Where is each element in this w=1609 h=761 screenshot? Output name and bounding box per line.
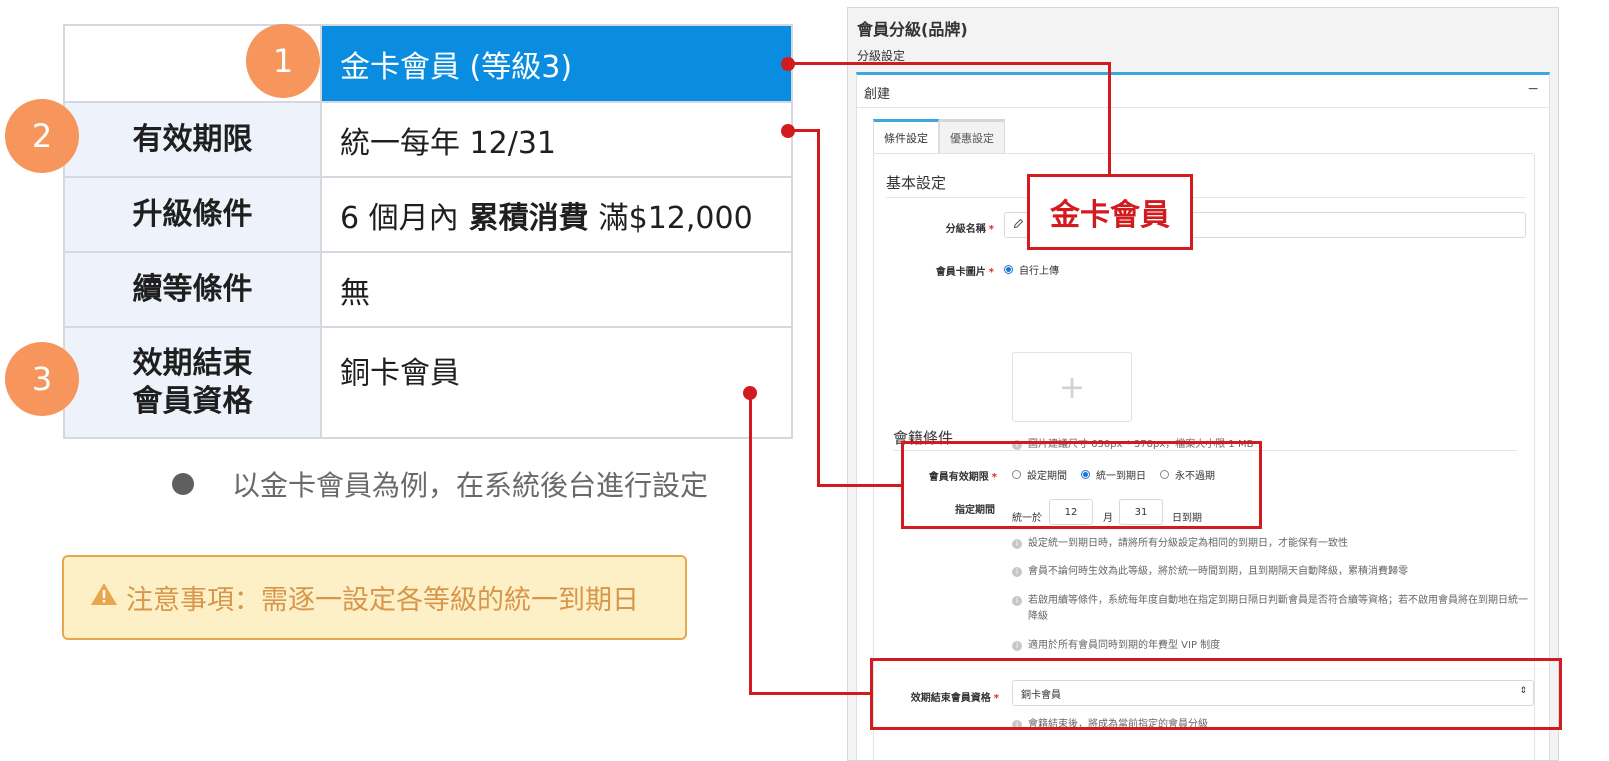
field-label-text: 分級名稱 [945, 224, 986, 235]
warning-icon [90, 581, 118, 614]
bullet-note: 以金卡會員為例，在系統後台進行設定 [172, 464, 708, 504]
info-icon: i [1012, 539, 1022, 549]
notice-text: 注意事項：需逐一設定各等級的統一到期日 [126, 585, 639, 616]
summary-key-line: 會員資格 [132, 383, 253, 419]
summary-row-renewal: 續等條件 無 [65, 251, 791, 326]
upload-image-button[interactable]: + [1012, 352, 1132, 422]
annotation-box-expiry [870, 658, 1562, 730]
required-mark: * [988, 267, 994, 278]
connector-line [817, 129, 820, 487]
info-icon: i [1012, 596, 1022, 606]
connector-line [817, 484, 902, 487]
required-mark: * [988, 224, 994, 235]
create-box-title: 創建 [864, 87, 891, 102]
bullet-text: 以金卡會員為例，在系統後台進行設定 [232, 469, 709, 502]
pencil-icon [1013, 218, 1024, 232]
summary-value-pre: 6 個月內 [340, 200, 459, 236]
validity-hint: i 設定統一到期日時，請將所有分級設定為相同的到期日，才能保有一致性 [1012, 536, 1542, 552]
summary-key: 有效期限 [65, 103, 322, 176]
radio-selected-icon [1004, 265, 1013, 274]
divider [886, 197, 1526, 198]
connector-line [749, 692, 871, 695]
step-badge-1: 1 [246, 24, 320, 98]
summary-row-validity: 有效期限 統一每年 12/31 [65, 101, 791, 176]
bullet-dot-icon [172, 473, 194, 495]
info-icon: i [1012, 567, 1022, 577]
page-title: 會員分級(品牌) [857, 20, 968, 39]
tab-conditions[interactable]: 條件設定 [873, 119, 939, 154]
summary-value: 統一每年 12/31 [340, 125, 556, 161]
annotation-box-validity [901, 441, 1262, 529]
tier-name-label: 分級名稱 * [894, 220, 994, 235]
summary-row-upgrade: 升級條件 6 個月內 累積消費 滿$12,000 [65, 176, 791, 251]
summary-row-expiry: 效期結束 會員資格 銅卡會員 [65, 326, 791, 437]
info-icon: i [1012, 641, 1022, 651]
upload-option[interactable]: 自行上傳 [1004, 262, 1059, 277]
summary-header-row: 金卡會員 (等級3) [65, 26, 791, 101]
validity-hint: i 適用於所有會員同時到期的年費型 VIP 制度 [1012, 638, 1542, 654]
summary-key-line: 效期結束 [132, 345, 253, 381]
summary-key: 升級條件 [65, 178, 322, 251]
summary-key: 效期結束 會員資格 [65, 328, 322, 437]
settings-panel: 會員分級(品牌) 分級設定 創建 − 條件設定 優惠設定 基本設定 分級名稱 * … [847, 7, 1559, 761]
summary-value: 6 個月內 累積消費 滿$12,000 [322, 178, 791, 251]
summary-value: 銅卡會員 [340, 356, 460, 391]
callout-label: 金卡會員 [1027, 174, 1193, 250]
section-title-basic: 基本設定 [886, 174, 947, 192]
divider [857, 107, 1549, 108]
upload-option-label: 自行上傳 [1019, 266, 1059, 277]
connector-line [749, 393, 752, 695]
connector-line [788, 129, 820, 132]
card-image-label: 會員卡圖片 * [894, 263, 994, 278]
summary-table: 金卡會員 (等級3) 有效期限 統一每年 12/31 升級條件 6 個月內 累積… [63, 24, 793, 439]
step-badge-2: 2 [5, 99, 79, 173]
field-label-text: 會員卡圖片 [935, 267, 986, 278]
collapse-button[interactable]: − [1527, 81, 1539, 97]
summary-key: 續等條件 [65, 253, 322, 326]
tab-benefits[interactable]: 優惠設定 [939, 119, 1005, 154]
connector-line [788, 62, 1111, 65]
notice-banner: 注意事項：需逐一設定各等級的統一到期日 [62, 555, 687, 640]
summary-header-value: 金卡會員 (等級3) [322, 26, 791, 101]
validity-hint: i 若啟用續等條件，系統每年度自動地在指定到期日隔日判斷會員是否符合續等資格；若… [1012, 593, 1532, 625]
connector-line [1108, 62, 1111, 175]
summary-value-bold: 累積消費 [468, 200, 589, 236]
summary-value: 無 [340, 275, 370, 311]
summary-value-post: 滿$12,000 [598, 200, 753, 236]
step-badge-3: 3 [5, 342, 79, 416]
validity-hint: i 會員不論何時生效為此等級，將於統一時間到期，且到期隔天自動降級，累積消費歸零 [1012, 564, 1542, 580]
